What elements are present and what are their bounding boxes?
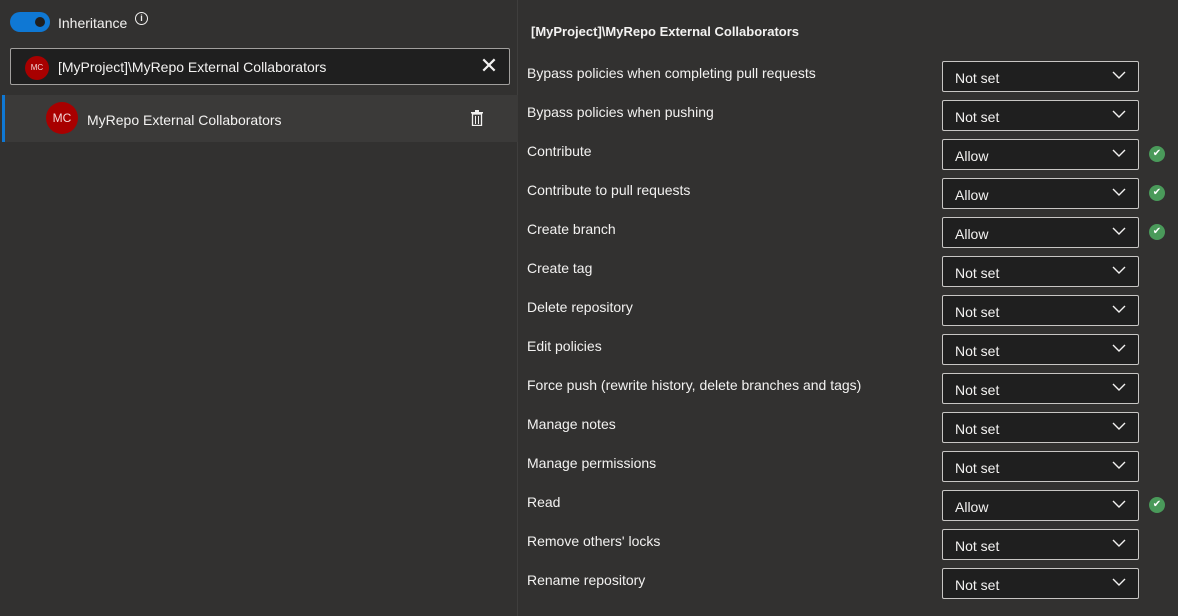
chevron-down-icon (1112, 461, 1126, 469)
permission-row: Create tag Not set (519, 256, 1178, 295)
avatar: MC (46, 102, 78, 134)
permission-row: Contribute to pull requests Allow ✔ (519, 178, 1178, 217)
permission-value: Allow (955, 148, 989, 164)
permission-label: Bypass policies when pushing (527, 104, 714, 120)
inheritance-toggle[interactable] (10, 12, 50, 32)
permission-select[interactable]: Not set (942, 529, 1139, 560)
permission-row: Delete repository Not set (519, 295, 1178, 334)
permission-select[interactable]: Not set (942, 373, 1139, 404)
avatar: MC (25, 56, 49, 80)
permission-label: Manage permissions (527, 455, 657, 471)
list-item-selected[interactable]: MC MyRepo External Collaborators (2, 95, 518, 142)
permission-select[interactable]: Not set (942, 295, 1139, 326)
check-icon: ✔ (1149, 224, 1165, 240)
chevron-down-icon (1112, 500, 1126, 508)
check-icon: ✔ (1149, 185, 1165, 201)
chevron-down-icon (1112, 188, 1126, 196)
permission-row: Create branch Allow ✔ (519, 217, 1178, 256)
permission-value: Allow (955, 499, 989, 515)
permission-value: Not set (955, 577, 1000, 593)
permission-label: Create branch (527, 221, 616, 237)
permission-value: Not set (955, 304, 1000, 320)
permission-select[interactable]: Not set (942, 334, 1139, 365)
permission-label: Read (527, 494, 561, 510)
permission-label: Manage notes (527, 416, 616, 432)
permission-select[interactable]: Allow (942, 178, 1139, 209)
check-icon: ✔ (1149, 146, 1165, 162)
permission-row: Contribute Allow ✔ (519, 139, 1178, 178)
chevron-down-icon (1112, 383, 1126, 391)
permission-select[interactable]: Not set (942, 100, 1139, 131)
permission-label: Rename repository (527, 572, 646, 588)
info-icon[interactable]: i (135, 12, 148, 25)
permission-value: Not set (955, 70, 1000, 86)
permissions-panel: [MyProject]\MyRepo External Collaborator… (519, 0, 1178, 616)
permission-select[interactable]: Allow (942, 217, 1139, 248)
check-icon: ✔ (1149, 497, 1165, 513)
chevron-down-icon (1112, 227, 1126, 235)
permission-row: Bypass policies when completing pull req… (519, 61, 1178, 100)
permission-label: Contribute (527, 143, 592, 159)
permission-label: Remove others' locks (527, 533, 661, 549)
permission-select[interactable]: Not set (942, 568, 1139, 599)
permission-value: Allow (955, 226, 989, 242)
permission-label: Contribute to pull requests (527, 182, 691, 198)
chevron-down-icon (1112, 110, 1126, 118)
permission-value: Not set (955, 343, 1000, 359)
permission-value: Not set (955, 460, 1000, 476)
search-value: [MyProject]\MyRepo External Collaborator… (58, 59, 327, 75)
chevron-down-icon (1112, 71, 1126, 79)
permission-label: Bypass policies when completing pull req… (527, 65, 816, 81)
permission-select[interactable]: Allow (942, 139, 1139, 170)
permission-select[interactable]: Allow (942, 490, 1139, 521)
permission-row: Force push (rewrite history, delete bran… (519, 373, 1178, 412)
close-icon[interactable]: ✕ (479, 55, 499, 77)
chevron-down-icon (1112, 344, 1126, 352)
permission-select[interactable]: Not set (942, 451, 1139, 482)
permission-value: Not set (955, 382, 1000, 398)
permission-row: Rename repository Not set (519, 568, 1178, 607)
permission-row: Read Allow ✔ (519, 490, 1178, 529)
search-input[interactable]: MC [MyProject]\MyRepo External Collabora… (10, 48, 510, 85)
permission-value: Not set (955, 109, 1000, 125)
permission-value: Not set (955, 265, 1000, 281)
trash-icon[interactable] (471, 110, 483, 126)
permission-label: Force push (rewrite history, delete bran… (527, 377, 862, 393)
chevron-down-icon (1112, 305, 1126, 313)
item-name: MyRepo External Collaborators (87, 112, 282, 128)
permission-select[interactable]: Not set (942, 412, 1139, 443)
permission-select[interactable]: Not set (942, 61, 1139, 92)
panel-title: [MyProject]\MyRepo External Collaborator… (531, 24, 799, 39)
permission-value: Not set (955, 538, 1000, 554)
permission-label: Create tag (527, 260, 593, 276)
left-pane: Inheritance i MC [MyProject]\MyRepo Exte… (0, 0, 518, 616)
permission-value: Not set (955, 421, 1000, 437)
chevron-down-icon (1112, 578, 1126, 586)
permission-row: Remove others' locks Not set (519, 529, 1178, 568)
permission-row: Manage notes Not set (519, 412, 1178, 451)
chevron-down-icon (1112, 422, 1126, 430)
permission-value: Allow (955, 187, 989, 203)
chevron-down-icon (1112, 149, 1126, 157)
permission-row: Edit policies Not set (519, 334, 1178, 373)
permission-row: Manage permissions Not set (519, 451, 1178, 490)
toggle-knob (35, 17, 45, 27)
permission-row: Bypass policies when pushing Not set (519, 100, 1178, 139)
chevron-down-icon (1112, 539, 1126, 547)
permission-label: Edit policies (527, 338, 602, 354)
chevron-down-icon (1112, 266, 1126, 274)
permission-label: Delete repository (527, 299, 633, 315)
permission-select[interactable]: Not set (942, 256, 1139, 287)
inheritance-label: Inheritance (58, 15, 128, 31)
